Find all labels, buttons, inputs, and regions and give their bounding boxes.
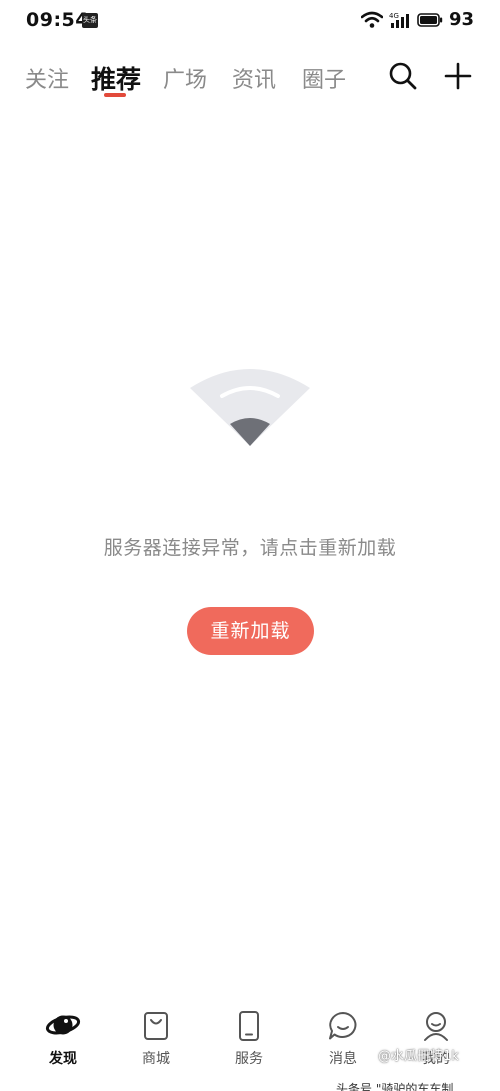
wifi-icon: [360, 11, 383, 28]
planet-icon: [45, 1015, 81, 1035]
user-icon: [424, 1012, 448, 1041]
shopping-bag-icon: [144, 1012, 168, 1040]
cropped-caption-text: 头条号 "骑驴的车车制: [336, 1082, 454, 1091]
bottom-tab-services[interactable]: 服务: [209, 1010, 289, 1074]
battery-icon: [417, 12, 443, 27]
bottom-tab-label: 消息: [329, 1051, 357, 1067]
battery-percentage: 93: [448, 9, 474, 30]
top-tab-bar: 关注 推荐 广场 资讯 圈子: [0, 52, 500, 108]
status-indicators: 4G 93: [360, 9, 474, 30]
reload-button[interactable]: 重新加载: [187, 607, 314, 655]
plus-icon[interactable]: [442, 60, 474, 92]
status-time: 09:54: [26, 9, 89, 31]
bottom-tab-profile[interactable]: 我的: [396, 1010, 476, 1074]
bottom-tab-discover[interactable]: 发现: [23, 1010, 103, 1074]
tab-recommended[interactable]: 推荐: [91, 60, 141, 96]
tab-follow[interactable]: 关注: [25, 62, 69, 94]
tab-square[interactable]: 广场: [163, 62, 207, 94]
chat-bubble-icon: [329, 1012, 357, 1040]
bottom-tab-messages[interactable]: 消息: [303, 1010, 383, 1074]
app-notification-badge: 头条: [82, 13, 98, 28]
app-screen: 09:54 头条 4G 93 关注 推荐 广场 资讯 圈子 服务器连接异常，请点…: [0, 0, 500, 1091]
search-icon[interactable]: [387, 60, 419, 92]
network-type-label: 4G: [389, 12, 399, 20]
watermark-text: @水瓜冊特1k: [378, 1049, 459, 1064]
bottom-tab-mall[interactable]: 商城: [116, 1010, 196, 1074]
bottom-tab-label: 商城: [142, 1051, 170, 1067]
error-message: 服务器连接异常，请点击重新加载: [103, 537, 397, 559]
phone-icon: [239, 1011, 259, 1041]
tab-news[interactable]: 资讯: [232, 62, 276, 94]
bottom-tab-label: 服务: [235, 1051, 263, 1067]
bottom-tab-label: 发现: [49, 1051, 77, 1067]
cellular-signal-icon: 4G: [389, 12, 409, 28]
active-tab-indicator: [104, 93, 126, 97]
status-bar: 09:54 头条 4G 93: [0, 0, 500, 42]
tab-circles[interactable]: 圈子: [302, 62, 346, 94]
wifi-error-icon: [190, 369, 310, 446]
